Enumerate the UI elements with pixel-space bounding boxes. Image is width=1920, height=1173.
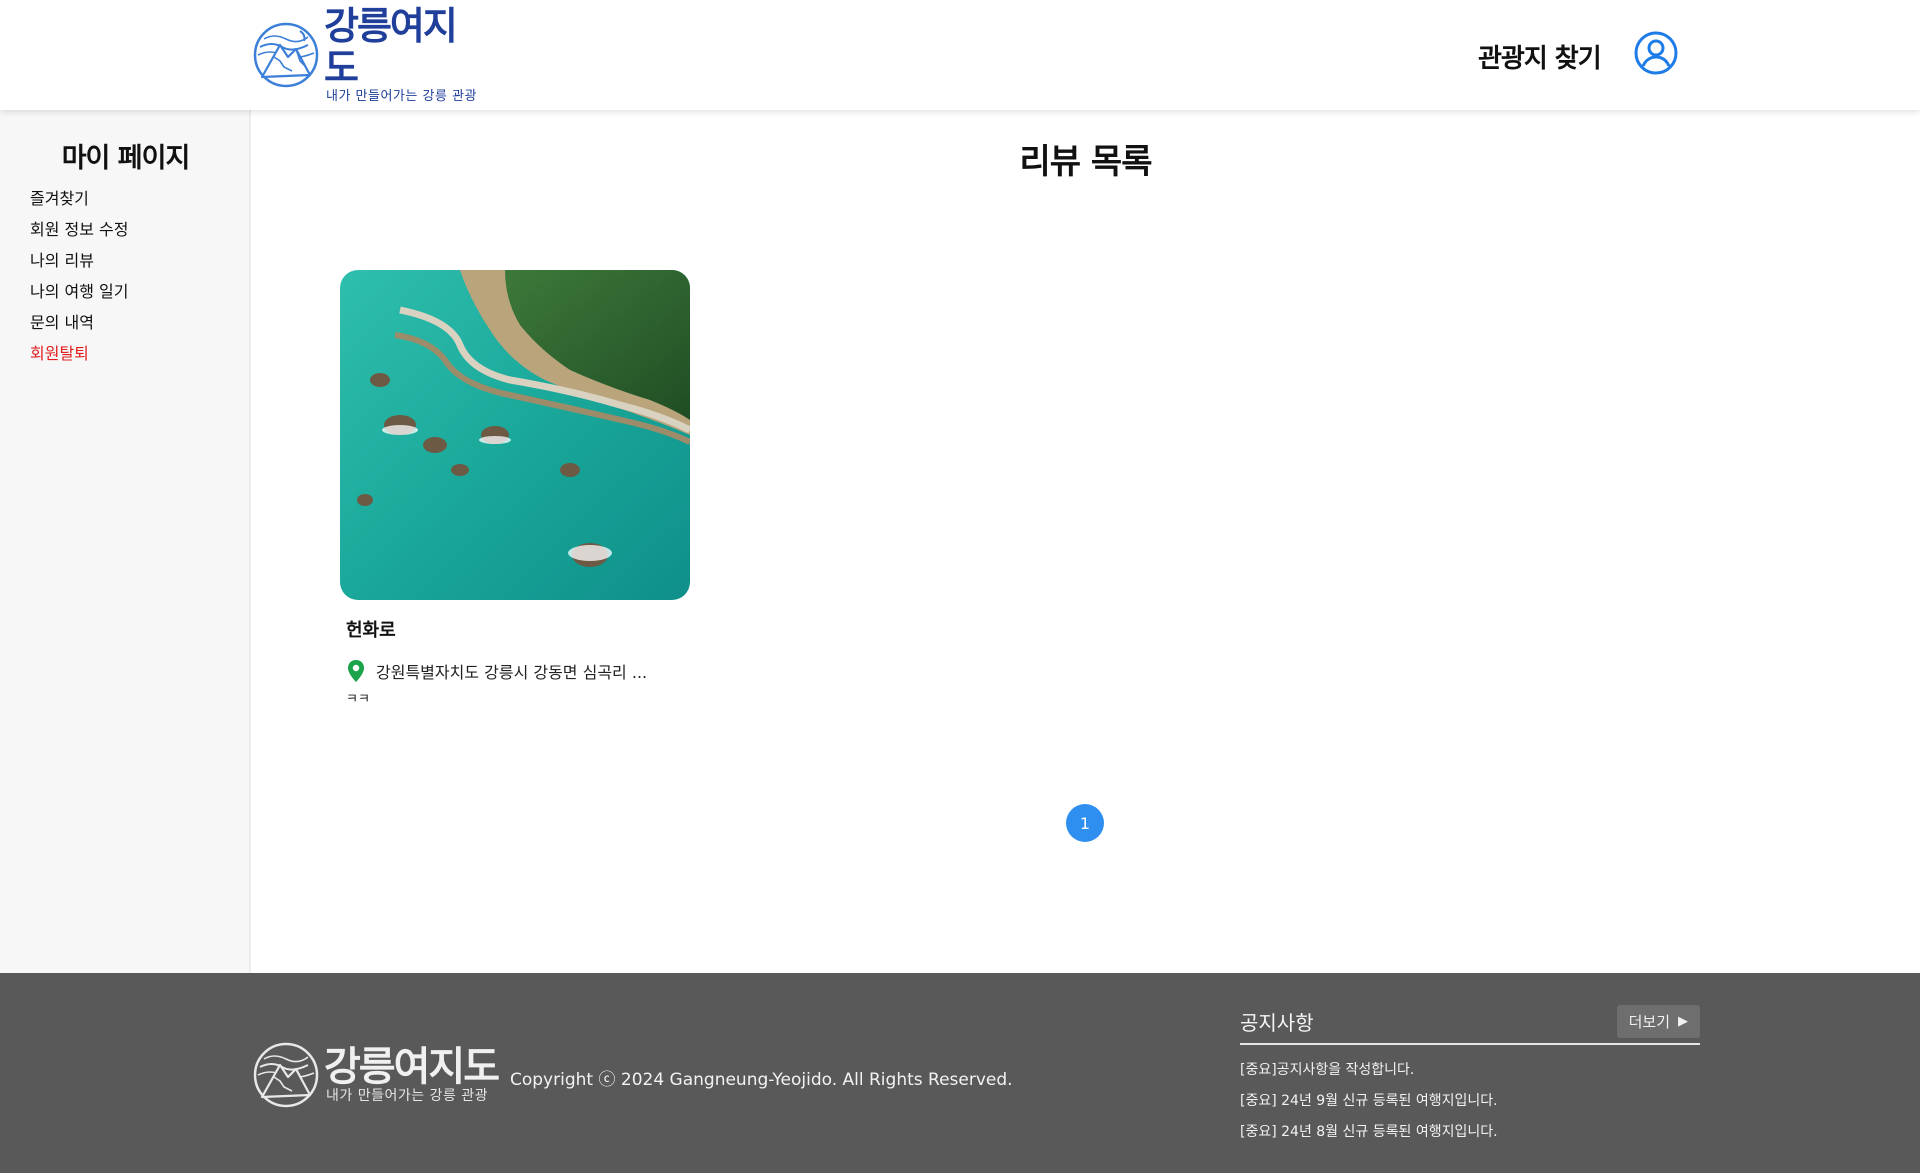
review-address: 강원특별자치도 강릉시 강동면 심곡리 ... bbox=[346, 659, 690, 683]
nav-find-attractions[interactable]: 관광지 찾기 bbox=[1478, 38, 1602, 75]
review-address-text: 강원특별자치도 강릉시 강동면 심곡리 ... bbox=[376, 663, 648, 682]
review-place-name: 헌화로 bbox=[346, 620, 396, 641]
sidebar-title: 마이 페이지 bbox=[61, 143, 191, 174]
review-card[interactable]: 헌화로 강원특별자치도 강릉시 강동면 심곡리 ... ㅋㅋ bbox=[340, 270, 690, 703]
sidebar-item-edit-profile[interactable]: 회원 정보 수정 bbox=[30, 219, 129, 250]
notice-item[interactable]: [중요] 24년 8월 신규 등록된 여행지입니다. bbox=[1240, 1117, 1700, 1148]
sidebar-item-withdraw[interactable]: 회원탈퇴 bbox=[30, 343, 129, 374]
notice-title: 공지사항 bbox=[1240, 1010, 1314, 1035]
sidebar-item-my-reviews[interactable]: 나의 리뷰 bbox=[30, 250, 129, 281]
copyright-text: Copyright ⓒ 2024 Gangneung-Yeojido. All … bbox=[510, 1070, 1013, 1090]
notice-more-label: 더보기 bbox=[1628, 1012, 1670, 1031]
footer-logo-subtitle: 내가 만들어가는 강릉 관광 bbox=[326, 1088, 489, 1104]
notice-item[interactable]: [중요]공지사항을 작성합니다. bbox=[1240, 1055, 1700, 1086]
sidebar-item-inquiries[interactable]: 문의 내역 bbox=[30, 312, 129, 343]
logo-emblem-icon bbox=[253, 22, 319, 88]
notice-header: 공지사항 더보기 ▶ bbox=[1240, 1004, 1700, 1045]
site-logo[interactable]: 강릉여지도 내가 만들어가는 강릉 관광 bbox=[252, 5, 488, 104]
footer-logo-title: 강릉여지도 bbox=[324, 1044, 500, 1090]
site-footer: 강릉여지도 내가 만들어가는 강릉 관광 Copyright ⓒ 2024 Ga… bbox=[0, 973, 1920, 1173]
play-triangle-icon: ▶ bbox=[1678, 1013, 1688, 1029]
sidebar-item-travel-diary[interactable]: 나의 여행 일기 bbox=[30, 281, 129, 312]
sidebar: 마이 페이지 즐겨찾기 회원 정보 수정 나의 리뷰 나의 여행 일기 문의 내… bbox=[0, 110, 251, 973]
pagination-page-1[interactable]: 1 bbox=[1066, 804, 1104, 842]
site-header: 강릉여지도 내가 만들어가는 강릉 관광 관광지 찾기 bbox=[0, 0, 1920, 110]
footer-logo-emblem-icon bbox=[253, 1042, 319, 1108]
user-circle-icon[interactable] bbox=[1634, 31, 1678, 75]
logo-subtitle: 내가 만들어가는 강릉 관광 bbox=[326, 89, 477, 104]
sidebar-item-favorites[interactable]: 즐겨찾기 bbox=[30, 188, 129, 219]
notice-more-button[interactable]: 더보기 ▶ bbox=[1616, 1004, 1700, 1038]
footer-logo-text: 강릉여지도 내가 만들어가는 강릉 관광 bbox=[324, 1044, 500, 1104]
notice-item[interactable]: [중요] 24년 9월 신규 등록된 여행지입니다. bbox=[1240, 1086, 1700, 1117]
notice-list: [중요]공지사항을 작성합니다. [중요] 24년 9월 신규 등록된 여행지입… bbox=[1240, 1055, 1700, 1148]
review-text: ㅋㅋ bbox=[346, 693, 370, 703]
footer-logo[interactable]: 강릉여지도 내가 만들어가는 강릉 관광 bbox=[252, 1035, 500, 1115]
logo-text: 강릉여지도 내가 만들어가는 강릉 관광 bbox=[324, 5, 488, 105]
review-card-image bbox=[340, 270, 690, 600]
page-title: 리뷰 목록 bbox=[1019, 142, 1153, 182]
logo-title: 강릉여지도 bbox=[324, 4, 458, 90]
location-pin-icon bbox=[348, 660, 364, 682]
sidebar-menu: 즐겨찾기 회원 정보 수정 나의 리뷰 나의 여행 일기 문의 내역 회원탈퇴 bbox=[30, 188, 129, 374]
notice-panel: 공지사항 더보기 ▶ [중요]공지사항을 작성합니다. [중요] 24년 9월 … bbox=[1240, 1004, 1700, 1148]
